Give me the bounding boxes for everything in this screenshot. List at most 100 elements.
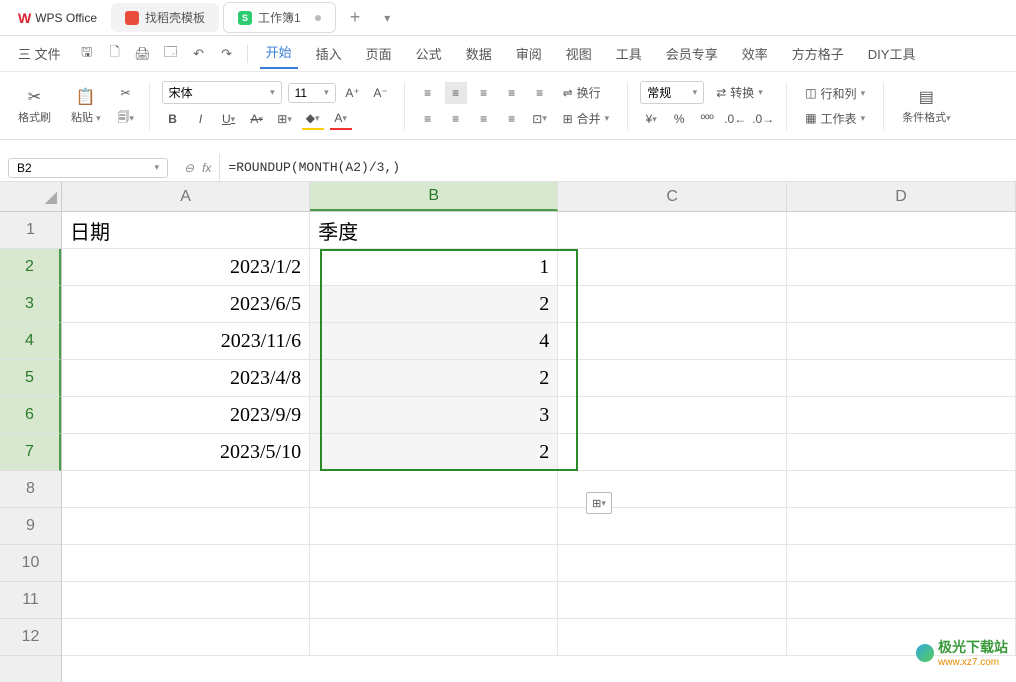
row-header-12[interactable]: 12 [0,619,61,656]
orientation-button[interactable]: ⊡▾ [529,108,551,130]
cell-d3[interactable] [787,286,1016,323]
menu-view[interactable]: 视图 [560,40,598,67]
row-header-3[interactable]: 3 [0,286,61,323]
fx-icon[interactable]: fx [202,161,211,175]
cell-a7[interactable]: 2023/5/10 [62,434,310,471]
cell-b8[interactable] [310,471,558,508]
cell-a4[interactable]: 2023/11/6 [62,323,310,360]
row-header-9[interactable]: 9 [0,508,61,545]
row-header-10[interactable]: 10 [0,545,61,582]
font-name-select[interactable]: 宋体▾ [162,81,282,104]
tab-add-button[interactable]: + [340,3,371,32]
preview-icon[interactable]: 🗔 [163,46,179,62]
cell-b10[interactable] [310,545,558,582]
print-icon[interactable]: 🖨 [135,46,151,62]
menu-member[interactable]: 会员专享 [660,40,724,67]
align-left-button[interactable]: ≡ [417,108,439,130]
format-painter-button[interactable]: ✂ 格式刷 [12,83,57,129]
underline-button[interactable]: U▾ [218,108,240,130]
align-center-button[interactable]: ≡ [445,108,467,130]
cell-c10[interactable] [558,545,787,582]
row-header-5[interactable]: 5 [0,360,61,397]
decrease-font-button[interactable]: A⁻ [370,82,392,104]
cell-b2[interactable]: 1 [310,249,558,286]
menu-tools[interactable]: 工具 [610,40,648,67]
cell-c11[interactable] [558,582,787,619]
cell-a1[interactable]: 日期 [62,212,310,249]
row-header-8[interactable]: 8 [0,471,61,508]
cell-d8[interactable] [787,471,1016,508]
font-color-button[interactable]: A▾ [330,108,352,130]
increase-font-button[interactable]: A⁺ [342,82,364,104]
currency-button[interactable]: ¥▾ [640,108,662,130]
save-icon[interactable]: 🖫 [79,46,95,62]
font-size-select[interactable]: 11▾ [288,83,336,103]
cell-b11[interactable] [310,582,558,619]
menu-ffgz[interactable]: 方方格子 [786,40,850,67]
comma-button[interactable]: ººº [696,108,718,130]
tab-menu-button[interactable]: ▾ [374,7,400,29]
cell-d11[interactable] [787,582,1016,619]
row-header-11[interactable]: 11 [0,582,61,619]
undo-icon[interactable]: ↶ [191,46,207,62]
cell-d7[interactable] [787,434,1016,471]
cell-b7[interactable]: 2 [310,434,558,471]
cell-c5[interactable] [558,360,787,397]
cell-d1[interactable] [787,212,1016,249]
cell-c7[interactable] [558,434,787,471]
cell-b5[interactable]: 2 [310,360,558,397]
row-header-7[interactable]: 7 [0,434,61,471]
cell-a10[interactable] [62,545,310,582]
cancel-icon[interactable]: ⊖ [184,161,194,175]
redo-icon[interactable]: ↷ [219,46,235,62]
name-box[interactable]: B2 ▾ [8,158,168,178]
rowcol-button[interactable]: ◫ 行和列 ▾ [799,83,871,104]
formula-input[interactable]: =ROUNDUP(MONTH(A2)/3,) [219,154,1016,181]
cell-b3[interactable]: 2 [310,286,558,323]
menu-data[interactable]: 数据 [460,40,498,67]
cell-a11[interactable] [62,582,310,619]
cell-c3[interactable] [558,286,787,323]
col-header-c[interactable]: C [558,182,787,211]
col-header-b[interactable]: B [310,182,558,211]
paste-options-button[interactable]: ⊞▾ [586,492,612,514]
cell-c4[interactable] [558,323,787,360]
cell-a3[interactable]: 2023/6/5 [62,286,310,323]
wrap-button[interactable]: ⇌ 换行 [557,82,607,103]
cell-c2[interactable] [558,249,787,286]
justify-button[interactable]: ≡ [501,108,523,130]
menu-diy[interactable]: DIY工具 [862,40,922,67]
new-icon[interactable]: 🗋 [107,46,123,62]
cell-a12[interactable] [62,619,310,656]
cell-d2[interactable] [787,249,1016,286]
cell-b6[interactable]: 3 [310,397,558,434]
file-menu[interactable]: 三 文件 [12,40,67,67]
cell-d9[interactable] [787,508,1016,545]
cell-b9[interactable] [310,508,558,545]
paste-button[interactable]: 📋 粘贴 ▾ [65,83,107,129]
cell-d5[interactable] [787,360,1016,397]
tab-workbook[interactable]: S 工作簿1 [223,2,336,33]
menu-efficiency[interactable]: 效率 [736,40,774,67]
cond-format-button[interactable]: ▤ 条件格式▾ [896,83,957,129]
cell-b4[interactable]: 4 [310,323,558,360]
bold-button[interactable]: B [162,108,184,130]
cell-b1[interactable]: 季度 [310,212,558,249]
worksheet-button[interactable]: ▦ 工作表 ▾ [799,108,871,129]
cell-c12[interactable] [558,619,787,656]
select-all-corner[interactable]: ◢ [0,182,61,212]
cell-b12[interactable] [310,619,558,656]
row-header-2[interactable]: 2 [0,249,61,286]
fill-color-button[interactable]: ◆▾ [302,108,324,130]
border-button[interactable]: ⊞▾ [274,108,296,130]
cell-d4[interactable] [787,323,1016,360]
align-top-button[interactable]: ≡ [417,82,439,104]
row-header-6[interactable]: 6 [0,397,61,434]
cell-c6[interactable] [558,397,787,434]
cut-button[interactable]: ✂ [115,82,137,104]
align-bottom-button[interactable]: ≡ [473,82,495,104]
cell-a2[interactable]: 2023/1/2 [62,249,310,286]
decimal-dec-button[interactable]: .0→ [752,108,774,130]
decimal-inc-button[interactable]: .0← [724,108,746,130]
italic-button[interactable]: I [190,108,212,130]
